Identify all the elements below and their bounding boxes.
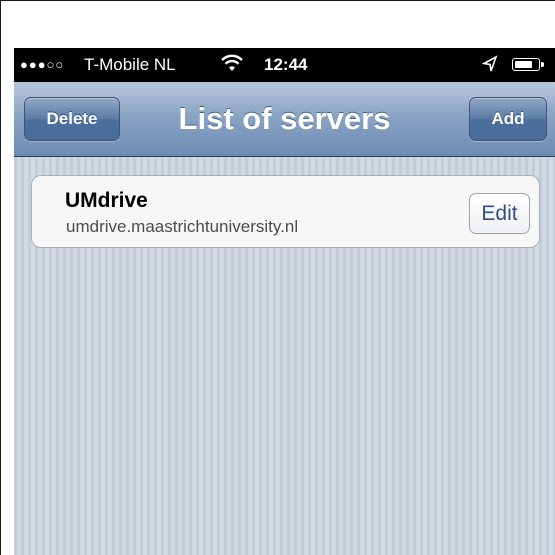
battery-fill [515, 61, 532, 68]
phone-screen: ●●●○○ T-Mobile NL 12:44 Delete List of s… [14, 48, 555, 555]
carrier-name: T-Mobile NL [84, 55, 176, 74]
server-name: UMdrive [65, 189, 148, 212]
signal-strength-indicator: ●●●○○ [20, 57, 65, 72]
server-list: UMdrive umdrive.maastrichtuniversity.nl … [14, 157, 555, 555]
server-host: umdrive.maastrichtuniversity.nl [66, 217, 299, 236]
battery-nub [541, 62, 544, 67]
add-server-button[interactable]: Add [469, 97, 547, 141]
status-bar: ●●●○○ T-Mobile NL 12:44 [14, 48, 555, 82]
edit-server-button[interactable]: Edit [469, 193, 530, 234]
location-arrow-icon [481, 55, 498, 78]
navigation-bar: Delete List of servers Add [14, 82, 555, 157]
server-list-item[interactable]: UMdrive umdrive.maastrichtuniversity.nl … [31, 175, 540, 248]
wifi-icon [221, 54, 243, 77]
battery-icon [512, 58, 544, 71]
clock-time: 12:44 [264, 55, 308, 74]
